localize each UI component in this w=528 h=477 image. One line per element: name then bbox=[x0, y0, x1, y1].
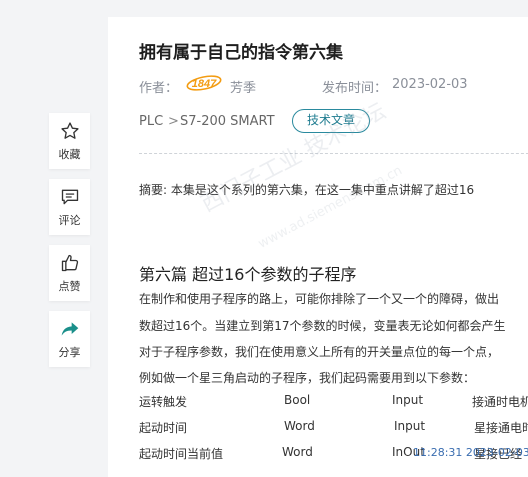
comment-button[interactable]: 评论 bbox=[49, 179, 90, 235]
share-icon bbox=[61, 322, 78, 336]
paragraph-line: 例如做一个星三角启动的子程序，我们起码需要用到以下参数： bbox=[139, 371, 476, 385]
comment-icon bbox=[61, 189, 78, 205]
param-type: Word bbox=[282, 445, 313, 459]
publish-label: 发布时间： bbox=[322, 81, 388, 96]
breadcrumb-separator: > bbox=[168, 114, 179, 129]
category-tag[interactable]: 技术文章 bbox=[292, 109, 370, 133]
comment-label: 评论 bbox=[58, 214, 81, 227]
param-direction: Input bbox=[392, 393, 424, 407]
svg-text:1847: 1847 bbox=[192, 78, 217, 90]
favorite-label: 收藏 bbox=[58, 148, 81, 161]
author-name[interactable]: 芳季 bbox=[230, 77, 256, 96]
param-direction: Input bbox=[394, 419, 426, 433]
param-desc: 星接通电时 bbox=[474, 421, 528, 435]
param-type: Bool bbox=[284, 393, 311, 407]
article-title: 拥有属于自己的指令第六集 bbox=[139, 43, 343, 63]
favorite-button[interactable]: 收藏 bbox=[49, 113, 90, 169]
paragraph-line: 数超过16个。当建立到第17个参数的时候，变量表无论如何都会产生 bbox=[139, 319, 506, 333]
param-name: 起动时间当前值 bbox=[139, 447, 224, 461]
article-abstract: 摘要: 本集是这个系列的第六集，在这一集中重点讲解了超过16 bbox=[139, 183, 475, 197]
param-name: 运转触发 bbox=[139, 395, 188, 409]
like-button[interactable]: 点赞 bbox=[49, 245, 90, 301]
paragraph-line: 对于子程序参数，我们在使用意义上所有的开关量点位的每一个点， bbox=[139, 345, 500, 359]
param-name: 起动时间 bbox=[139, 421, 188, 435]
author-logo: 1847 bbox=[186, 75, 222, 91]
author-label: 作者： bbox=[139, 81, 179, 96]
thumbs-up-icon bbox=[61, 254, 78, 272]
star-icon bbox=[60, 122, 79, 139]
paragraph-line: 在制作和使用子程序的路上，可能你排除了一个又一个的障碍，做出 bbox=[139, 292, 500, 306]
breadcrumb-s7-200-smart[interactable]: S7-200 SMART bbox=[180, 114, 275, 129]
breadcrumb-plc[interactable]: PLC bbox=[139, 114, 163, 129]
share-button[interactable]: 分享 bbox=[49, 311, 90, 367]
param-desc: 接通时电机 bbox=[472, 395, 528, 409]
meta-divider bbox=[139, 153, 528, 154]
section-title: 第六篇 超过16个参数的子程序 bbox=[139, 265, 357, 284]
like-label: 点赞 bbox=[58, 280, 81, 293]
param-type: Word bbox=[284, 419, 315, 433]
timestamp-overlay: 11:28:31 2023-02-03 bbox=[413, 446, 528, 459]
publish-date: 2023-02-03 bbox=[392, 77, 468, 92]
share-label: 分享 bbox=[58, 346, 81, 359]
